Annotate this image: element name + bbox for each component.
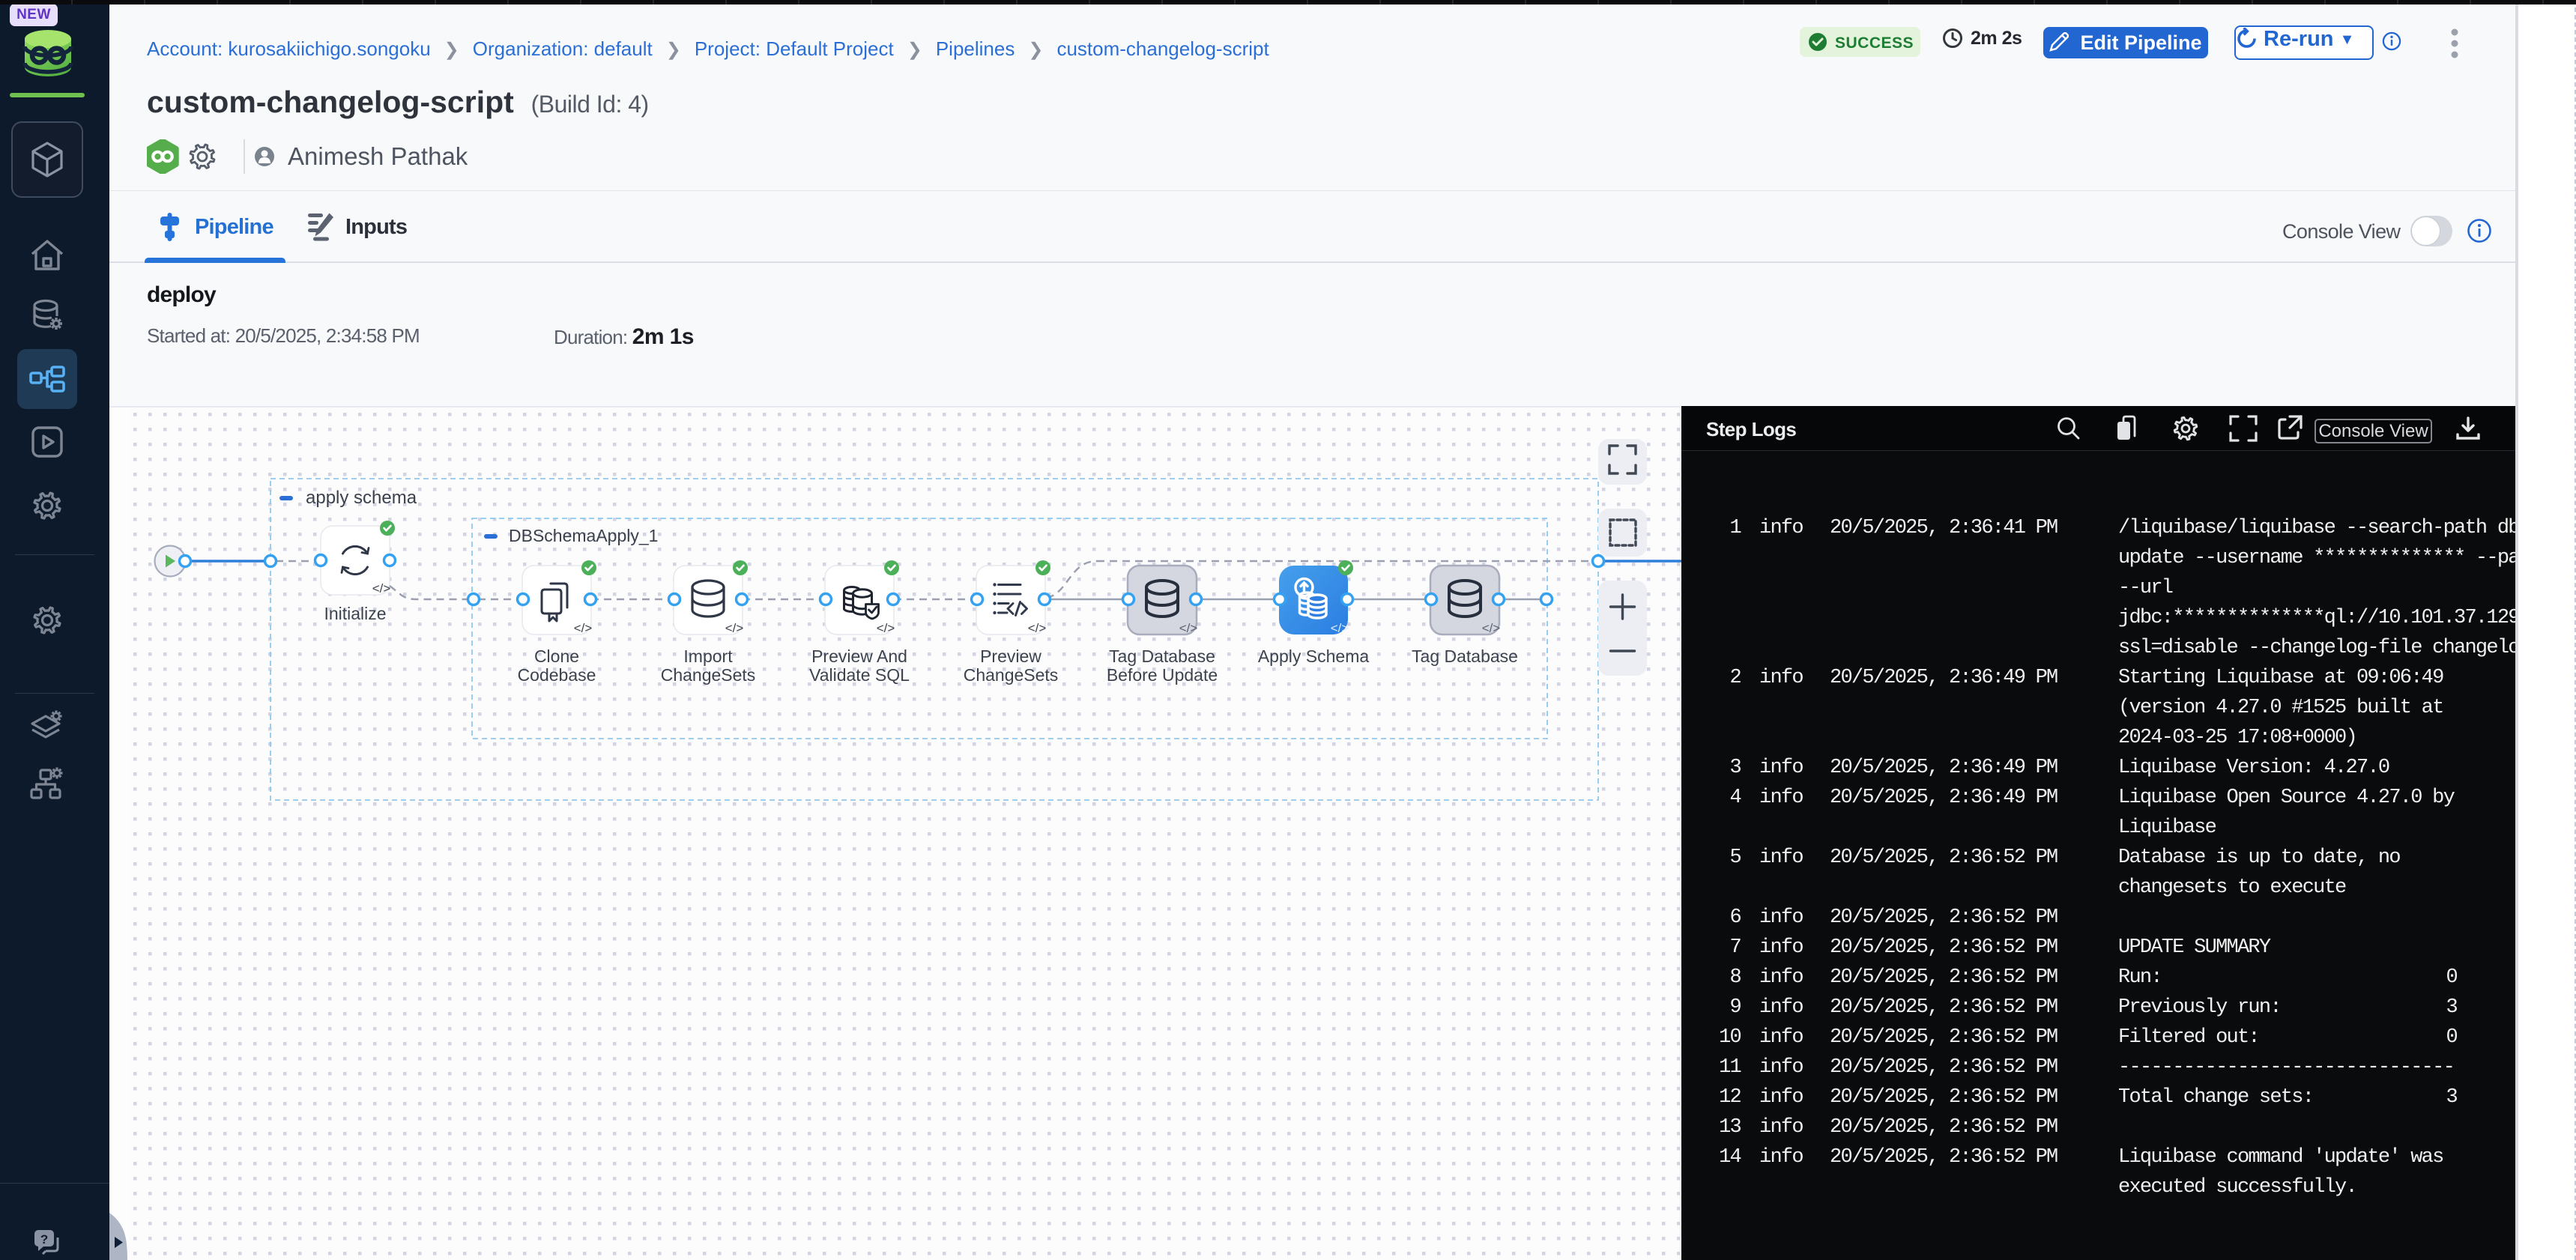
svg-text:?: ? xyxy=(40,1232,48,1247)
svg-text:ChangeSets: ChangeSets xyxy=(964,665,1059,685)
svg-text:ChangeSets: ChangeSets xyxy=(661,665,756,685)
svg-text:Import: Import xyxy=(683,646,733,666)
svg-text:Clone: Clone xyxy=(534,646,579,666)
svg-text:Tag Database: Tag Database xyxy=(1109,646,1215,666)
svg-text:DBSchemaApply_1: DBSchemaApply_1 xyxy=(509,526,658,545)
svg-text:Animesh Pathak: Animesh Pathak xyxy=(288,142,468,170)
svg-text:Tag Database: Tag Database xyxy=(1412,646,1518,666)
svg-text:Before Update: Before Update xyxy=(1107,665,1218,685)
svg-text:apply schema: apply schema xyxy=(306,488,417,508)
svg-text:Initialize: Initialize xyxy=(324,604,386,623)
svg-text:Codebase: Codebase xyxy=(518,665,596,685)
svg-text:Preview: Preview xyxy=(980,646,1041,666)
svg-text:Validate SQL: Validate SQL xyxy=(809,665,910,685)
svg-text:Preview And: Preview And xyxy=(811,646,907,666)
svg-text:Apply Schema: Apply Schema xyxy=(1258,646,1370,666)
